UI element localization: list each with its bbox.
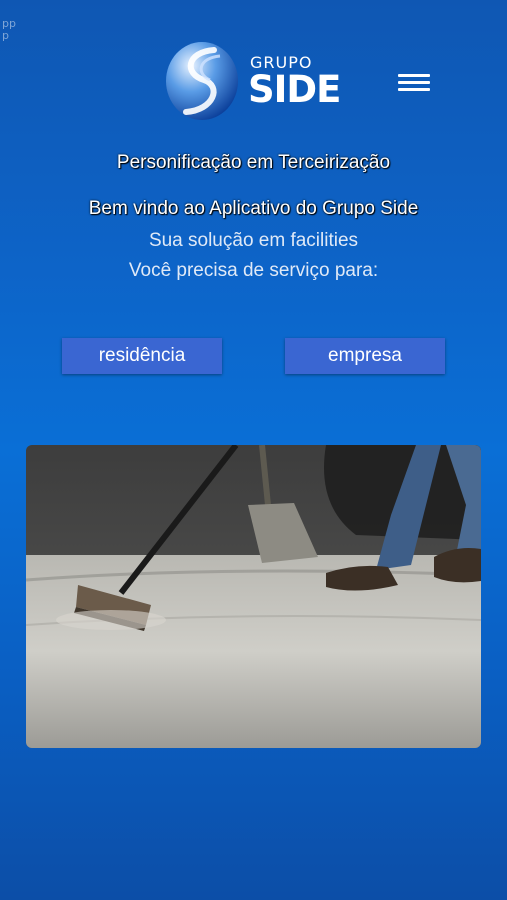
hamburger-menu-icon[interactable] <box>396 70 432 96</box>
logo-side-text: SIDE <box>248 68 341 111</box>
welcome-text: Bem vindo ao Aplicativo do Grupo Side <box>88 198 419 219</box>
grupo-side-logo: GRUPO SIDE <box>164 40 344 122</box>
question-text: Você precisa de serviço para: <box>128 260 379 281</box>
corner-artifact-text: pp p <box>2 17 16 42</box>
residencia-button[interactable]: residência <box>62 338 222 374</box>
logo-emblem-icon <box>166 42 238 120</box>
empresa-button[interactable]: empresa <box>285 338 445 374</box>
tagline-text: Personificação em Terceirização <box>116 152 391 173</box>
cleaning-photo <box>26 445 481 748</box>
cleaning-photo-image <box>26 445 481 748</box>
header: GRUPO SIDE <box>0 40 507 125</box>
subtitle-text: Sua solução em facilities <box>148 230 359 251</box>
